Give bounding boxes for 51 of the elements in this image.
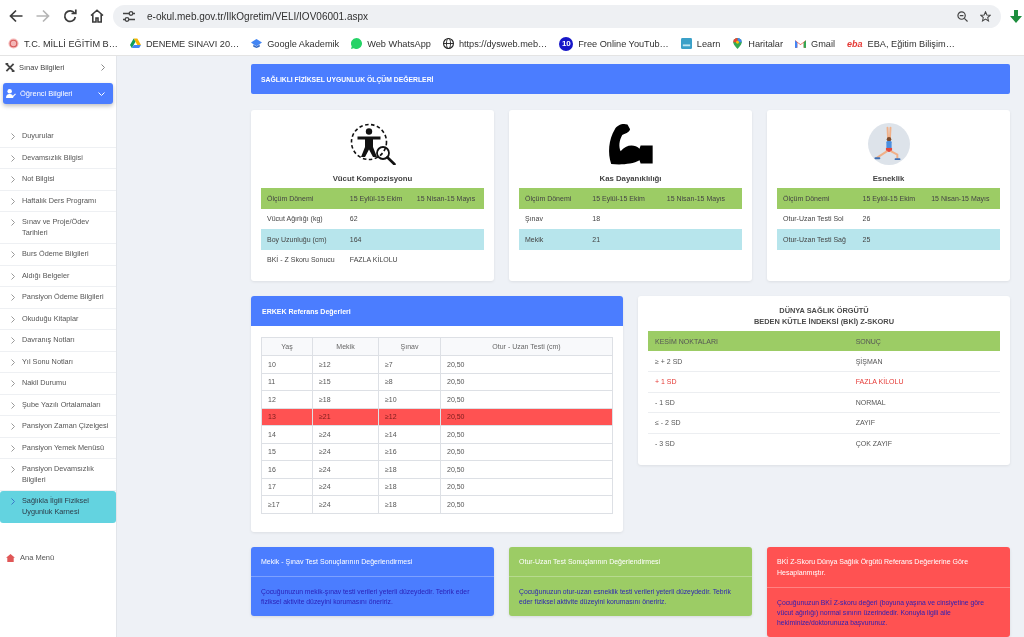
tile-icon <box>680 38 692 49</box>
number-badge: 10 <box>559 36 574 51</box>
home-icon <box>6 553 15 562</box>
arrow-down-icon[interactable] <box>1010 9 1022 23</box>
bookmark-link[interactable]: Web WhatsApp <box>351 38 431 49</box>
user-icon <box>6 89 16 98</box>
bookmark-link[interactable]: Learn <box>680 38 721 49</box>
crossed-tools-icon <box>5 62 15 72</box>
chevron-right-icon <box>11 154 15 162</box>
bookmark-link[interactable]: Gmail <box>795 38 836 49</box>
chevron-right-icon <box>11 133 15 140</box>
chevron-right-icon <box>11 176 15 183</box>
chevron-right-icon <box>11 401 15 409</box>
bookmark-link[interactable]: eba EBA, Eğitim Bilişim… <box>847 38 955 49</box>
chevron-right-icon <box>11 219 15 226</box>
chevron-right-icon <box>11 498 15 505</box>
star-icon[interactable] <box>980 10 991 22</box>
reload-icon[interactable] <box>63 9 77 23</box>
chevron-right-icon <box>11 294 15 301</box>
home-icon[interactable] <box>90 9 104 23</box>
bookmark-link[interactable]: Haritalar <box>732 38 784 49</box>
bookmark-link[interactable]: T.C. MİLLİ EĞİTİM B… <box>8 38 118 49</box>
envelope-icon <box>795 38 807 49</box>
magnifier-minus-icon[interactable] <box>957 10 968 22</box>
graduation-cap-icon <box>251 38 263 49</box>
arrow-left-icon[interactable] <box>9 9 23 23</box>
chevron-right-icon <box>11 358 15 366</box>
bookmark-link[interactable]: Google Akademik <box>251 38 340 49</box>
chevron-right-icon <box>11 423 15 430</box>
emblem-icon <box>8 38 19 49</box>
bookmark-link[interactable]: DENEME SINAVI 20… <box>129 38 240 49</box>
chevron-right-icon <box>11 197 15 205</box>
chevron-right-icon <box>11 272 15 280</box>
address-bar[interactable]: e-okul.meb.gov.tr/IlkOgretim/VELI/IOV06001.aspx <box>113 4 1001 28</box>
bookmark-link[interactable]: https://dysweb.meb… <box>442 38 548 49</box>
chevron-right-icon <box>11 251 15 258</box>
chevron-right-icon <box>11 337 15 344</box>
globe-icon <box>442 38 454 49</box>
chevron-right-icon <box>11 315 15 323</box>
stretching-person-icon <box>867 123 910 165</box>
logo-wordmark: eba <box>847 38 863 49</box>
bookmark-link[interactable]: 10 Free Online YouTub… <box>559 36 669 51</box>
chat-bubble-icon <box>351 38 363 49</box>
chevron-right-icon <box>11 444 15 452</box>
map-pin-icon <box>732 38 744 49</box>
person-magnifier-icon <box>349 123 396 165</box>
chevron-right-icon <box>11 466 15 473</box>
sliders-icon[interactable] <box>123 10 135 22</box>
chevron-right-icon <box>11 380 15 387</box>
flexed-arm-icon <box>607 123 654 165</box>
triangle-icon <box>129 38 141 49</box>
